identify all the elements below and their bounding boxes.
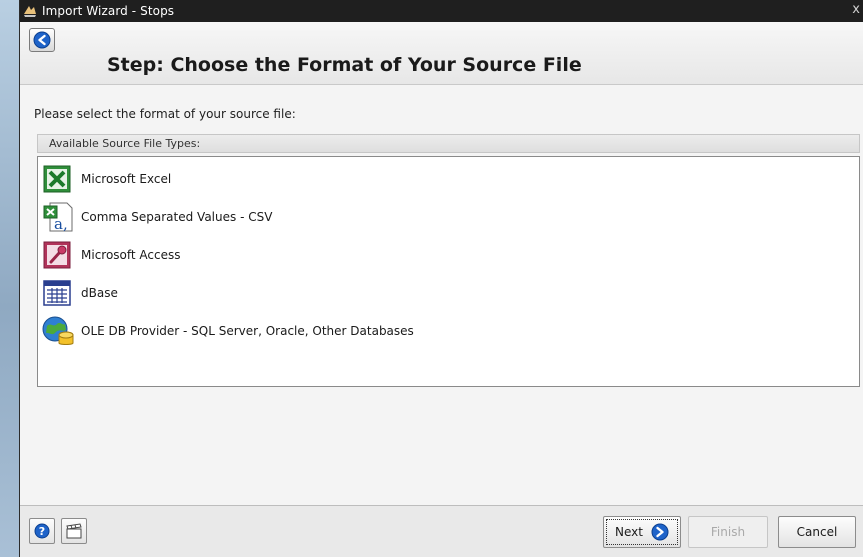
access-icon <box>41 238 75 272</box>
list-item-label: Microsoft Excel <box>81 172 172 186</box>
file-type-access[interactable]: Microsoft Access <box>41 238 541 272</box>
clapperboard-button[interactable] <box>61 518 87 544</box>
page-title: Step: Choose the Format of Your Source F… <box>107 54 582 76</box>
clapperboard-icon <box>66 523 82 539</box>
desktop-background <box>0 0 20 557</box>
excel-icon <box>41 162 75 196</box>
list-item-label: OLE DB Provider - SQL Server, Oracle, Ot… <box>81 324 414 338</box>
instruction-text: Please select the format of your source … <box>34 107 296 121</box>
svg-text:?: ? <box>39 525 45 538</box>
dbase-icon <box>41 276 75 310</box>
import-wizard-window: Import Wizard - Stops x Step: Choose the… <box>19 0 863 557</box>
forward-arrow-icon <box>651 523 669 541</box>
help-icon: ? <box>34 523 50 539</box>
list-item-label: Microsoft Access <box>81 248 181 262</box>
cancel-button-label: Cancel <box>796 525 838 539</box>
next-button-label: Next <box>615 525 643 539</box>
file-type-list[interactable]: Microsoft Excel a, Comma Separated Value… <box>37 156 860 387</box>
file-type-csv[interactable]: a, Comma Separated Values - CSV <box>41 200 541 234</box>
panel-header: Available Source File Types: <box>37 134 860 153</box>
file-type-dbase[interactable]: dBase <box>41 276 541 310</box>
finish-button-label: Finish <box>710 525 746 539</box>
svg-text:a,: a, <box>54 215 68 233</box>
oledb-icon <box>41 314 75 348</box>
title-bar[interactable]: Import Wizard - Stops x <box>20 0 863 22</box>
app-logo-icon <box>22 3 38 19</box>
list-item-label: dBase <box>81 286 118 300</box>
window-title: Import Wizard - Stops <box>42 4 175 18</box>
file-type-oledb[interactable]: OLE DB Provider - SQL Server, Oracle, Ot… <box>41 314 541 348</box>
back-arrow-icon <box>33 31 51 49</box>
finish-button[interactable]: Finish <box>688 516 768 548</box>
next-button[interactable]: Next <box>603 516 681 548</box>
back-button[interactable] <box>29 28 55 52</box>
csv-icon: a, <box>41 200 75 234</box>
cancel-button[interactable]: Cancel <box>778 516 856 548</box>
list-item-label: Comma Separated Values - CSV <box>81 210 273 224</box>
close-button[interactable]: x <box>852 2 860 17</box>
file-type-excel[interactable]: Microsoft Excel <box>41 162 541 196</box>
help-button[interactable]: ? <box>29 518 55 544</box>
